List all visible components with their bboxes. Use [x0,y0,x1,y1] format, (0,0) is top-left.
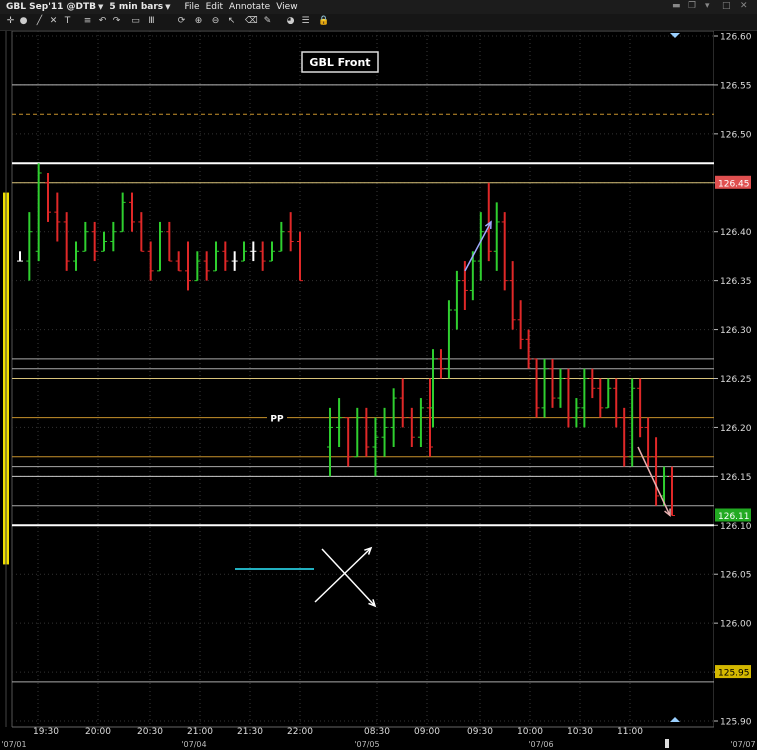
date-tick-label: '07/07 [730,740,755,749]
symbol-selector[interactable]: GBL Sep'11 @DTB ▼ [6,2,103,12]
x-tick-label: 20:00 [85,727,111,737]
menu-annotate[interactable]: Annotate [229,2,270,12]
rectangle-icon[interactable]: ▭ [130,16,141,27]
x-tick-label: 22:00 [287,727,313,737]
bar-style-icon[interactable]: Ⅲ [146,16,157,27]
crosshair-icon[interactable]: ✛ [5,16,16,27]
refresh-icon[interactable]: ⟳ [176,16,187,27]
y-tick-label: 126.40 [720,228,752,238]
date-tick-label: '07/04 [181,740,206,749]
text-icon[interactable]: T [62,16,73,27]
y-tick-label: 126.50 [720,130,752,140]
zoom-out-icon[interactable]: ⊖ [210,16,221,27]
price-marker-label: 126.11 [718,512,750,522]
y-tick-label: 126.10 [720,522,752,532]
timeframe-selector[interactable]: 5 min bars ▼ [109,2,170,12]
x-tick-label: 21:00 [187,727,213,737]
x-tick-label: 09:30 [467,727,493,737]
y-tick-label: 126.00 [720,620,752,630]
y-tick-label: 126.60 [720,33,752,43]
list-icon[interactable]: ☰ [300,16,311,27]
price-marker-label: 125.95 [718,669,750,679]
x-tick-label: 20:30 [137,727,163,737]
eraser-icon[interactable]: ⌫ [245,16,258,27]
maximize-icon[interactable]: □ [722,1,731,11]
x-tick-label: 11:00 [617,727,643,737]
lock-icon[interactable]: 🔒 [318,16,329,27]
y-tick-label: 126.35 [720,277,752,287]
x-tick-label: 21:30 [237,727,263,737]
undo-icon[interactable]: ↶ [97,16,108,27]
date-tick-label: '07/01 [1,740,26,749]
pointer-icon[interactable]: ↖ [226,16,237,27]
cross-icon[interactable]: ✕ [48,16,59,27]
circle-icon[interactable]: ● [18,16,29,27]
time-scroll-handle[interactable] [665,739,669,748]
x-tick-label: 09:00 [414,727,440,737]
date-tick-label: '07/05 [354,740,379,749]
x-tick-label: 19:30 [33,727,59,737]
menu-file[interactable]: File [185,2,200,12]
y-tick-label: 126.15 [720,473,752,483]
minimize-icon[interactable]: ▬ [672,1,681,11]
window-menu-icon[interactable]: ▾ [705,1,710,11]
date-tick-label: '07/06 [528,740,553,749]
y-tick-label: 126.20 [720,424,752,434]
wrench-icon[interactable]: ✎ [262,16,273,27]
price-chart[interactable]: PP GBL Front 126.60 126.55 126.50 126.45 126.4… [0,31,757,750]
chart-toolbar: ✛ ● ╱ ✕ T ≡ ↶ ↷ ▭ Ⅲ ⟳ ⊕ ⊖ ↖ ⌫ ✎ ◕ ☰ 🔒 [0,14,757,31]
y-tick-label: 126.05 [720,571,752,581]
fibonacci-icon[interactable]: ≡ [82,16,93,27]
x-tick-label: 10:30 [567,727,593,737]
x-tick-label: 08:30 [364,727,390,737]
palette-icon[interactable]: ◕ [285,16,296,27]
zoom-in-icon[interactable]: ⊕ [193,16,204,27]
close-icon[interactable]: ✕ [740,1,748,11]
x-tick-label: 10:00 [517,727,543,737]
menu-bar: GBL Sep'11 @DTB ▼ 5 min bars ▼ File Edit A… [0,0,757,15]
pivot-label: PP [270,415,284,425]
restore-icon[interactable]: ❐ [688,1,696,11]
menu-edit[interactable]: Edit [206,2,223,12]
y-tick-label: 126.55 [720,81,752,91]
chart-title: GBL Front [309,56,370,69]
price-marker-label: 126.45 [718,179,750,189]
y-tick-label: 125.90 [720,718,752,728]
line-icon[interactable]: ╱ [34,16,45,27]
menu-view[interactable]: View [276,2,297,12]
redo-icon[interactable]: ↷ [111,16,122,27]
y-tick-label: 126.25 [720,375,752,385]
y-tick-label: 126.30 [720,326,752,336]
